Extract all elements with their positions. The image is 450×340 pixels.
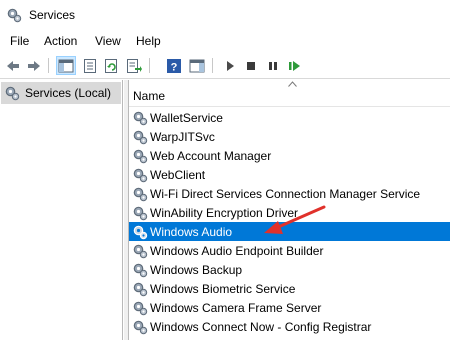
menu-bar: File Action View Help xyxy=(0,30,450,52)
service-row[interactable]: Windows Biometric Service xyxy=(129,279,450,298)
service-row[interactable]: Windows Connect Now - Config Registrar xyxy=(129,317,450,336)
service-gear-icon xyxy=(133,263,148,277)
show-hide-tree-icon[interactable] xyxy=(56,56,76,75)
service-row[interactable]: WebClient xyxy=(129,165,450,184)
restart-service-icon[interactable] xyxy=(285,56,305,75)
service-gear-icon xyxy=(133,187,148,201)
service-name: WinAbility Encryption Driver xyxy=(150,205,299,220)
service-row[interactable]: WarpJITSvc xyxy=(129,127,450,146)
export-list-icon[interactable] xyxy=(124,56,144,75)
pause-service-icon[interactable] xyxy=(263,56,283,75)
service-name: WarpJITSvc xyxy=(150,129,215,144)
service-gear-icon xyxy=(133,149,148,163)
service-name: Web Account Manager xyxy=(150,148,272,163)
service-gear-icon xyxy=(133,130,148,144)
service-name: Wi-Fi Direct Services Connection Manager… xyxy=(150,186,421,201)
toolbar-separator xyxy=(48,58,49,73)
service-gear-icon xyxy=(133,320,148,334)
service-name: Windows Biometric Service xyxy=(150,281,296,296)
service-row[interactable]: WalletService xyxy=(129,108,450,127)
services-list-pane: Name WalletService WarpJITSvc Web Accoun… xyxy=(128,80,450,340)
service-name: Windows Audio xyxy=(150,224,233,239)
tree-item-services-local[interactable]: Services (Local) xyxy=(1,82,121,104)
toolbar-separator xyxy=(212,58,213,73)
start-service-icon[interactable] xyxy=(220,56,240,75)
services-list: WalletService WarpJITSvc Web Account Man… xyxy=(129,108,450,336)
refresh-icon[interactable] xyxy=(102,56,122,75)
service-row[interactable]: Wi-Fi Direct Services Connection Manager… xyxy=(129,184,450,203)
toolbar-separator xyxy=(149,58,150,73)
stop-service-icon[interactable] xyxy=(241,56,261,75)
service-gear-icon xyxy=(133,225,148,239)
back-icon[interactable] xyxy=(3,56,23,75)
services-gear-icon xyxy=(7,8,22,23)
service-gear-icon xyxy=(133,244,148,258)
column-header-name[interactable]: Name xyxy=(129,80,450,107)
properties-icon[interactable] xyxy=(80,56,100,75)
forward-icon[interactable] xyxy=(24,56,44,75)
svg-text:?: ? xyxy=(171,61,178,73)
toolbar: ? xyxy=(0,52,450,79)
service-name: Windows Audio Endpoint Builder xyxy=(150,243,324,258)
service-name: WebClient xyxy=(150,167,206,182)
title-bar: Services xyxy=(0,0,450,30)
service-name: Windows Backup xyxy=(150,262,243,277)
service-name: Windows Connect Now - Config Registrar xyxy=(150,319,372,334)
services-gear-icon xyxy=(5,86,20,101)
menu-action[interactable]: Action xyxy=(44,34,77,48)
service-gear-icon xyxy=(133,206,148,220)
menu-file[interactable]: File xyxy=(10,34,29,48)
service-name: WalletService xyxy=(150,110,223,125)
menu-view[interactable]: View xyxy=(95,34,121,48)
service-gear-icon xyxy=(133,282,148,296)
help-icon[interactable]: ? xyxy=(164,56,184,75)
service-gear-icon xyxy=(133,301,148,315)
tree-pane: Services (Local) xyxy=(0,80,123,340)
service-row[interactable]: WinAbility Encryption Driver xyxy=(129,203,450,222)
tree-item-label: Services (Local) xyxy=(25,86,112,100)
window-title: Services xyxy=(29,8,76,22)
service-name: Windows Camera Frame Server xyxy=(150,300,322,315)
service-row-selected[interactable]: Windows Audio xyxy=(129,222,450,241)
menu-help[interactable]: Help xyxy=(136,34,161,48)
service-row[interactable]: Windows Camera Frame Server xyxy=(129,298,450,317)
service-row[interactable]: Web Account Manager xyxy=(129,146,450,165)
column-header-label: Name xyxy=(133,89,166,103)
sort-ascending-icon xyxy=(288,81,297,87)
service-row[interactable]: Windows Backup xyxy=(129,260,450,279)
action-pane-icon[interactable] xyxy=(187,56,207,75)
service-gear-icon xyxy=(133,168,148,182)
service-row[interactable]: Windows Audio Endpoint Builder xyxy=(129,241,450,260)
service-gear-icon xyxy=(133,111,148,125)
